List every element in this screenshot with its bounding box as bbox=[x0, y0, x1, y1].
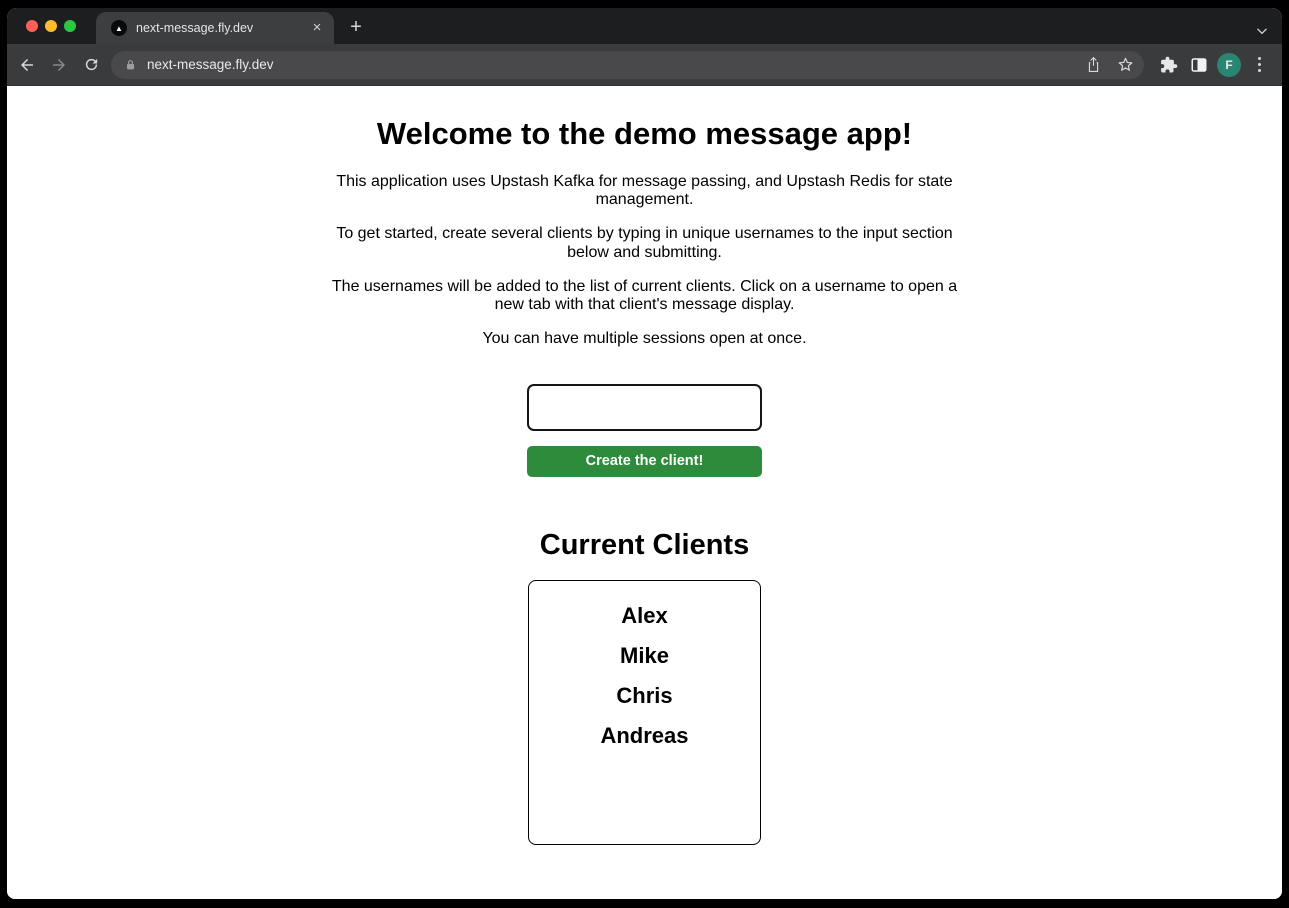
intro-paragraph-4: You can have multiple sessions open at o… bbox=[325, 330, 965, 348]
url-text: next-message.fly.dev bbox=[147, 57, 1086, 72]
reload-button[interactable] bbox=[75, 49, 107, 81]
intro-paragraph-2: To get started, create several clients b… bbox=[325, 225, 965, 261]
profile-avatar[interactable]: F bbox=[1214, 50, 1244, 80]
address-bar[interactable]: next-message.fly.dev bbox=[111, 51, 1144, 79]
tab-title: next-message.fly.dev bbox=[136, 21, 308, 35]
browser-window: ▲ next-message.fly.dev × + next-message.… bbox=[7, 8, 1282, 899]
intro-paragraph-1: This application uses Upstash Kafka for … bbox=[325, 173, 965, 209]
client-item[interactable]: Andreas bbox=[529, 723, 760, 748]
client-list: Alex Mike Chris Andreas bbox=[529, 581, 760, 748]
page-title: Welcome to the demo message app! bbox=[7, 116, 1282, 152]
current-clients-section: Current Clients Alex Mike Chris Andreas bbox=[7, 529, 1282, 845]
new-tab-button[interactable]: + bbox=[342, 13, 370, 41]
back-button[interactable] bbox=[11, 49, 43, 81]
page-content: Welcome to the demo message app! This ap… bbox=[7, 86, 1282, 899]
clients-heading: Current Clients bbox=[7, 529, 1282, 562]
username-input[interactable] bbox=[527, 384, 762, 431]
bookmark-star-icon[interactable] bbox=[1117, 56, 1134, 73]
client-item[interactable]: Alex bbox=[529, 603, 760, 628]
maximize-window-button[interactable] bbox=[64, 20, 76, 32]
share-icon[interactable] bbox=[1086, 56, 1101, 73]
side-panel-icon[interactable] bbox=[1184, 50, 1214, 80]
avatar-initial: F bbox=[1217, 53, 1241, 77]
intro-paragraph-3: The usernames will be added to the list … bbox=[325, 278, 965, 314]
site-favicon-icon: ▲ bbox=[111, 20, 127, 36]
forward-button[interactable] bbox=[43, 49, 75, 81]
browser-menu-icon[interactable] bbox=[1244, 50, 1274, 80]
tab-strip: ▲ next-message.fly.dev × + bbox=[7, 8, 1282, 44]
window-controls bbox=[7, 8, 76, 44]
minimize-window-button[interactable] bbox=[45, 20, 57, 32]
client-item[interactable]: Chris bbox=[529, 683, 760, 708]
browser-toolbar: next-message.fly.dev F bbox=[7, 44, 1282, 86]
lock-icon bbox=[124, 58, 137, 72]
extensions-puzzle-icon[interactable] bbox=[1154, 50, 1184, 80]
active-tab[interactable]: ▲ next-message.fly.dev × bbox=[96, 12, 334, 44]
client-item[interactable]: Mike bbox=[529, 643, 760, 668]
close-window-button[interactable] bbox=[26, 20, 38, 32]
toolbar-actions: F bbox=[1154, 50, 1274, 80]
create-client-form: Create the client! bbox=[7, 384, 1282, 477]
close-tab-icon[interactable]: × bbox=[308, 19, 326, 37]
tab-search-chevron-icon[interactable] bbox=[1255, 24, 1269, 38]
create-client-button[interactable]: Create the client! bbox=[527, 446, 762, 477]
client-list-box: Alex Mike Chris Andreas bbox=[528, 580, 761, 845]
